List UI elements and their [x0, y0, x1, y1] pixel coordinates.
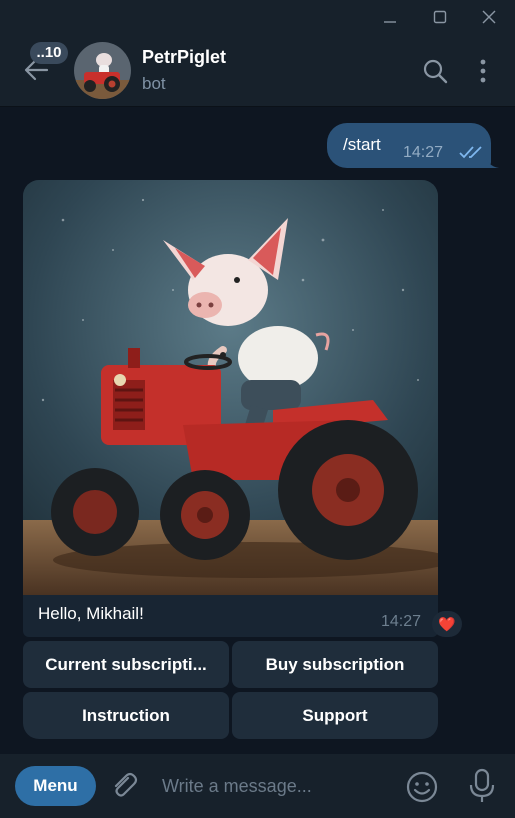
chat-subtitle: bot	[142, 74, 166, 93]
close-icon	[482, 10, 496, 24]
avatar-image	[74, 42, 131, 99]
heart-reaction[interactable]: ❤️	[432, 611, 462, 637]
outgoing-message-time: 14:27	[403, 144, 444, 161]
maximize-button[interactable]	[417, 0, 463, 34]
unread-count-badge: ..10	[30, 42, 68, 64]
incoming-message-text: Hello, Mikhail!	[38, 604, 144, 623]
double-check-icon	[459, 146, 482, 159]
chat-header: ..10 PetrPiglet bot	[0, 34, 515, 107]
avatar[interactable]	[74, 42, 131, 99]
outgoing-message-text: /start	[343, 135, 381, 154]
title-bar	[0, 0, 515, 34]
minimize-icon	[384, 21, 396, 23]
attach-icon[interactable]	[108, 770, 140, 802]
outgoing-message[interactable]: /start 14:27	[327, 123, 491, 168]
instruction-button[interactable]: Instruction	[23, 692, 229, 739]
more-vertical-icon[interactable]	[470, 58, 496, 84]
message-composer: Menu	[0, 754, 515, 818]
search-icon[interactable]	[422, 58, 448, 84]
microphone-icon[interactable]	[467, 768, 497, 804]
buy-subscription-button[interactable]: Buy subscription	[232, 641, 438, 688]
maximize-icon	[433, 10, 447, 24]
chat-title[interactable]: PetrPiglet	[142, 47, 226, 68]
incoming-message[interactable]: Hello, Mikhail! 14:27	[23, 180, 438, 637]
minimize-button[interactable]	[367, 0, 413, 34]
heart-icon: ❤️	[438, 615, 456, 632]
pig-on-red-tractor-photo[interactable]	[23, 180, 438, 595]
telegram-window: ..10 PetrPiglet bot /start 14:27 Hello, …	[0, 0, 515, 818]
emoji-icon[interactable]	[405, 770, 439, 804]
support-button[interactable]: Support	[232, 692, 438, 739]
close-window-button[interactable]	[466, 0, 512, 34]
message-input[interactable]	[158, 768, 396, 804]
incoming-message-time: 14:27	[381, 613, 422, 630]
current-subscription-button[interactable]: Current subscripti...	[23, 641, 229, 688]
outgoing-bubble-tail	[485, 154, 499, 168]
menu-button[interactable]: Menu	[15, 766, 96, 806]
